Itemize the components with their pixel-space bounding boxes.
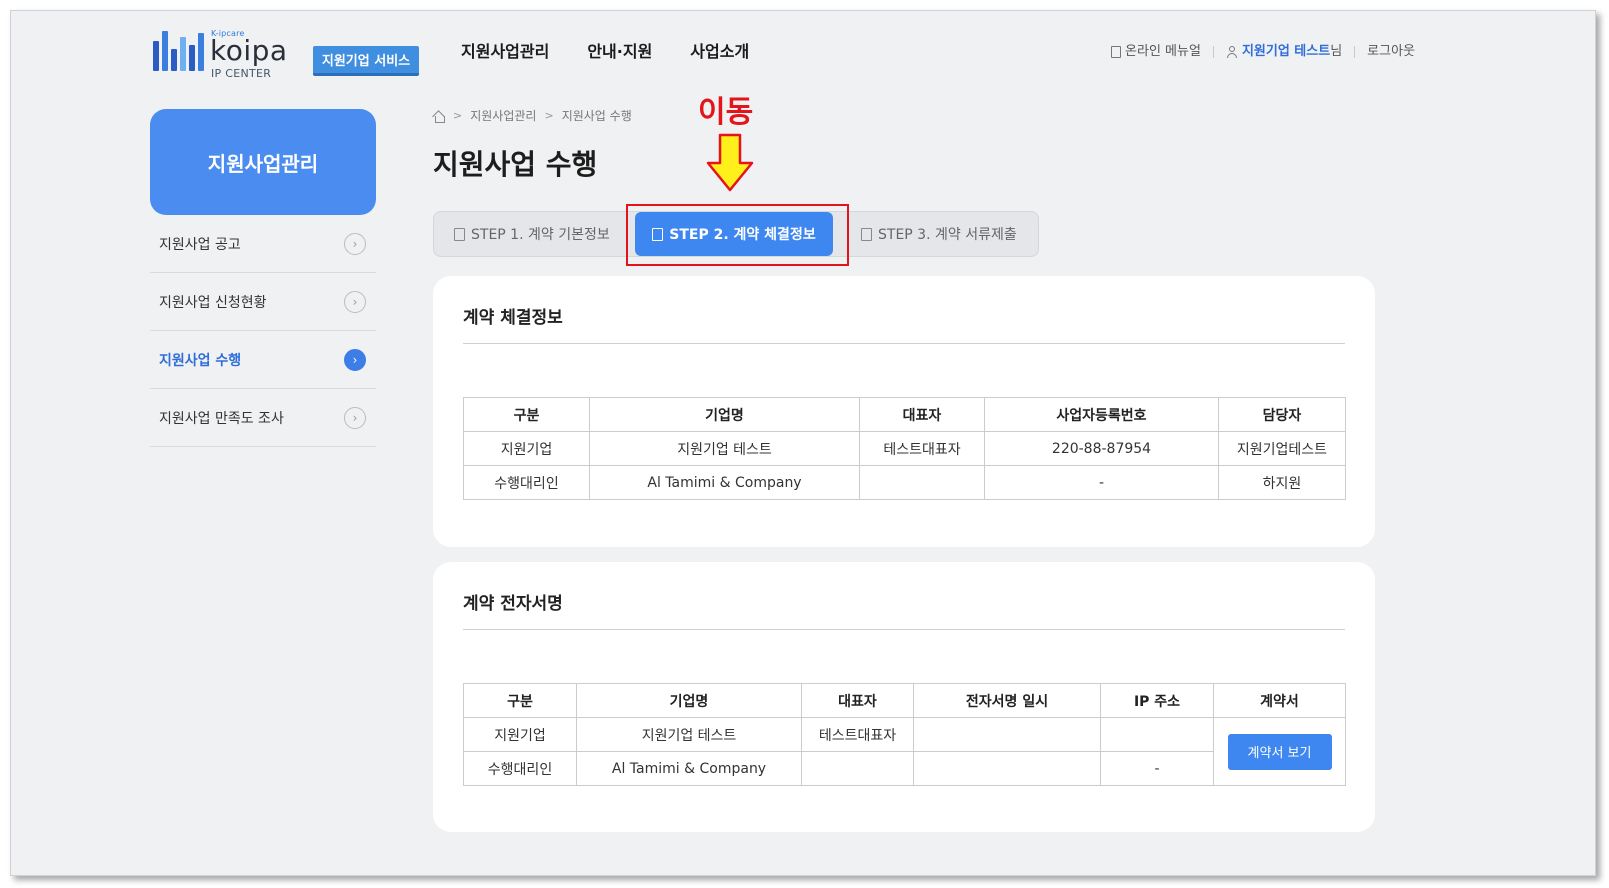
sidebar-item-notice[interactable]: 지원사업 공고 › <box>150 215 376 273</box>
column-header: 계약서 <box>1213 683 1346 718</box>
chevron-right-icon: › <box>344 348 366 371</box>
view-contract-button[interactable]: 계약서 보기 <box>1227 733 1332 770</box>
breadcrumb-separator: > <box>544 109 554 122</box>
logout-link[interactable]: 로그아웃 <box>1367 41 1415 63</box>
breadcrumb: > 지원사업관리 > 지원사업 수행 <box>433 107 632 124</box>
table-header-row: 구분 기업명 대표자 전자서명 일시 IP 주소 계약서 <box>463 683 1346 718</box>
divider <box>463 629 1345 630</box>
logo-sub: IP CENTER <box>211 67 272 80</box>
contract-info-table: 구분 기업명 대표자 사업자등록번호 담당자 지원기업 지원기업 테스트 테스트… <box>463 397 1346 500</box>
breadcrumb-separator: > <box>453 109 463 122</box>
nav-item-guide[interactable]: 안내·지원 <box>587 41 652 63</box>
user-info[interactable]: 지원기업 테스트님 <box>1226 41 1342 63</box>
esign-table: 구분 기업명 대표자 전자서명 일시 IP 주소 계약서 지원기업 지원기업 테… <box>463 683 1346 786</box>
table-cell: 수행대리인 <box>463 465 590 500</box>
table-row: 지원기업 지원기업 테스트 테스트대표자 220-88-87954 지원기업테스… <box>463 431 1346 466</box>
column-header: 구분 <box>463 683 577 718</box>
table-row: 수행대리인 Al Tamimi & Company - <box>463 751 1346 786</box>
online-manual-link[interactable]: 온라인 메뉴얼 <box>1111 41 1201 63</box>
annotation-highlight-box <box>626 204 849 266</box>
column-header: 담당자 <box>1218 397 1346 432</box>
table-cell: Al Tamimi & Company <box>576 751 802 786</box>
document-icon <box>1111 46 1122 58</box>
sidebar-item-execution[interactable]: 지원사업 수행 › <box>150 331 376 389</box>
down-arrow-icon <box>706 133 754 192</box>
table-cell: 지원기업 테스트 <box>576 717 802 752</box>
page-title: 지원사업 수행 <box>433 148 598 181</box>
koipa-logo[interactable]: K-ipcare koipa IP CENTER <box>153 29 293 80</box>
contract-info-card: 계약 체결정보 구분 기업명 대표자 사업자등록번호 담당자 지원기업 지원기업… <box>433 276 1375 547</box>
sidebar-item-label: 지원사업 만족도 조사 <box>159 410 284 427</box>
column-header: 기업명 <box>589 397 860 432</box>
table-header-row: 구분 기업명 대표자 사업자등록번호 담당자 <box>463 397 1346 432</box>
tab-step-1-label: STEP 1. 계약 기본정보 <box>471 227 610 243</box>
sidebar-item-label: 지원사업 수행 <box>159 352 242 369</box>
column-header: 기업명 <box>576 683 802 718</box>
global-nav: 지원사업관리 안내·지원 사업소개 <box>461 41 749 63</box>
tab-step-3[interactable]: STEP 3. 계약 서류제출 <box>861 212 1017 256</box>
chevron-right-icon: › <box>344 290 366 313</box>
column-header: 대표자 <box>801 683 914 718</box>
sidebar-item-satisfaction-survey[interactable]: 지원사업 만족도 조사 › <box>150 389 376 447</box>
table-cell <box>859 465 985 500</box>
divider <box>463 343 1345 344</box>
breadcrumb-item[interactable]: 지원사업관리 <box>470 107 536 124</box>
table-cell: 지원기업 <box>463 717 577 752</box>
logo-brand: koipa <box>210 34 288 67</box>
clipboard-icon <box>861 227 872 241</box>
sidebar-title: 지원사업관리 <box>150 109 376 215</box>
chevron-right-icon: › <box>344 406 366 429</box>
sidebar-item-application-status[interactable]: 지원사업 신청현황 › <box>150 273 376 331</box>
table-cell <box>913 751 1101 786</box>
tab-step-1[interactable]: STEP 1. 계약 기본정보 <box>454 212 610 256</box>
table-cell <box>801 751 914 786</box>
table-cell: - <box>1100 751 1214 786</box>
column-header: 대표자 <box>859 397 985 432</box>
table-cell: 하지원 <box>1218 465 1346 500</box>
chevron-right-icon: › <box>344 232 366 255</box>
user-suffix: 님 <box>1330 44 1343 59</box>
table-row: 수행대리인 Al Tamimi & Company - 하지원 <box>463 465 1346 500</box>
tab-step-3-label: STEP 3. 계약 서류제출 <box>878 227 1017 243</box>
table-cell <box>913 717 1101 752</box>
sidebar-item-label: 지원사업 공고 <box>159 236 241 253</box>
table-cell: - <box>984 465 1219 500</box>
document-icon <box>454 227 465 241</box>
table-cell: 지원기업테스트 <box>1218 431 1346 466</box>
table-cell: 테스트대표자 <box>801 717 914 752</box>
section-title: 계약 체결정보 <box>463 308 563 328</box>
util-divider <box>1354 46 1356 58</box>
nav-item-support-management[interactable]: 지원사업관리 <box>461 41 549 63</box>
service-badge[interactable]: 지원기업 서비스 <box>313 46 419 76</box>
nav-item-about[interactable]: 사업소개 <box>690 41 749 63</box>
app-window: K-ipcare koipa IP CENTER 지원기업 서비스 지원사업관리… <box>10 10 1596 876</box>
breadcrumb-item[interactable]: 지원사업 수행 <box>562 107 632 124</box>
esign-card: 계약 전자서명 구분 기업명 대표자 전자서명 일시 IP 주소 계약서 지원기… <box>433 562 1375 832</box>
table-cell: 수행대리인 <box>463 751 577 786</box>
table-cell: 지원기업 <box>463 431 590 466</box>
column-header: 전자서명 일시 <box>913 683 1101 718</box>
util-divider <box>1212 46 1214 58</box>
table-cell: 계약서 보기 <box>1213 717 1346 786</box>
column-header: 사업자등록번호 <box>984 397 1219 432</box>
home-icon[interactable] <box>433 110 445 123</box>
table-cell: Al Tamimi & Company <box>589 465 860 500</box>
table-row: 지원기업 지원기업 테스트 테스트대표자 계약서 보기 <box>463 717 1346 786</box>
section-title: 계약 전자서명 <box>463 594 563 614</box>
user-name: 지원기업 테스트 <box>1241 44 1331 59</box>
annotation-label: 이동 <box>698 95 754 130</box>
table-cell <box>1100 717 1214 752</box>
online-manual-label: 온라인 메뉴얼 <box>1125 44 1201 59</box>
table-cell: 220-88-87954 <box>984 431 1219 466</box>
sidebar-menu: 지원사업 공고 › 지원사업 신청현황 › 지원사업 수행 › 지원사업 만족도… <box>150 215 376 447</box>
user-icon <box>1226 46 1238 58</box>
column-header: 구분 <box>463 397 590 432</box>
utility-menu: 온라인 메뉴얼 지원기업 테스트님 로그아웃 <box>1111 41 1415 63</box>
table-cell: 지원기업 테스트 <box>589 431 860 466</box>
table-cell: 테스트대표자 <box>859 431 985 466</box>
column-header: IP 주소 <box>1100 683 1214 718</box>
sidebar-item-label: 지원사업 신청현황 <box>159 294 267 311</box>
